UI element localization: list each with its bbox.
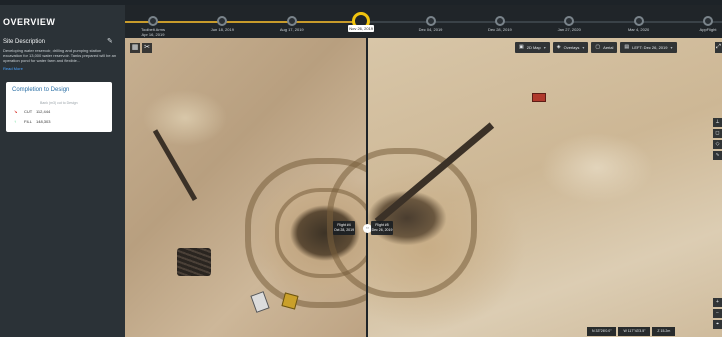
coordinate-readout: N 33°26'0.0" W 117°43'3.5" Z 15.2m xyxy=(587,327,676,336)
edit-icon[interactable]: ✎ xyxy=(107,38,114,45)
completion-card[interactable]: Completion to Design Bank (m3) cut to De… xyxy=(6,82,112,132)
chevron-down-icon: ▾ xyxy=(670,45,673,50)
zoom-out-icon[interactable]: − xyxy=(713,309,722,318)
timeline-marker[interactable] xyxy=(286,16,297,26)
tools-icon[interactable]: ✂ xyxy=(142,43,152,53)
compare-left-label: Flight #4 Oct 28, 2019 xyxy=(333,221,355,235)
map-left-pane[interactable] xyxy=(125,38,405,337)
date-label: LEFT: Dec 26, 2019 xyxy=(632,45,668,50)
zoom-level: Z 15.2m xyxy=(652,327,676,336)
latitude: N 33°26'0.0" xyxy=(587,327,617,336)
date-select[interactable]: ▤ LEFT: Dec 26, 2019 ▾ xyxy=(620,42,677,53)
expand-icon[interactable]: ⤢ xyxy=(715,42,722,53)
timeline-date-label[interactable]: AppFlight xyxy=(680,27,722,32)
volume-icon[interactable]: ◇ xyxy=(713,140,722,149)
pipe-stack xyxy=(177,248,211,276)
sidebar: OVERVIEW Site Description ✎ Developing w… xyxy=(0,5,125,337)
compare-left-date: Oct 28, 2019 xyxy=(333,227,355,232)
cut-value: 112,444 xyxy=(36,109,51,114)
timeline-date-label[interactable]: Dec 28, 2019 xyxy=(472,27,528,32)
fill-label: FILL xyxy=(24,119,33,124)
timeline-date-label[interactable]: Mar 4, 2020 xyxy=(611,27,667,32)
excavator xyxy=(281,292,299,310)
timeline-date-label[interactable]: Nov 26, 2019 xyxy=(348,25,375,32)
truck xyxy=(250,291,270,313)
overlay-label: Overlays xyxy=(563,45,580,50)
calendar-icon: ▤ xyxy=(624,44,630,50)
timeline: Toolbelt Arms Apr 16, 2019 Jun 18, 2019 Au… xyxy=(125,5,722,38)
cut-arrow-icon: ↘ xyxy=(14,109,18,114)
view-mode-label: 2D Map xyxy=(526,45,541,50)
area-icon[interactable]: ◻ xyxy=(713,129,722,138)
timeline-date-label[interactable]: Dec 04, 2019 xyxy=(403,27,459,32)
site-description-text: Developing water reservoir, drilling and… xyxy=(3,48,117,63)
fill-row: ↑ FILL 148,303 xyxy=(14,119,50,125)
timeline-date-label[interactable]: Jun 18, 2019 xyxy=(194,27,250,32)
layers-icon: ◈ xyxy=(556,44,561,50)
timeline-marker[interactable] xyxy=(703,16,713,26)
timeline-marker[interactable] xyxy=(148,16,158,26)
image-icon: ▢ xyxy=(595,44,601,50)
compare-right-label: Flight #5 Dec 26, 2019 xyxy=(371,221,393,235)
grid-view-icon[interactable]: ▦ xyxy=(130,43,140,53)
map-icon: ▣ xyxy=(519,44,524,50)
map-controls: ▣ 2D Map ▾ ◈ Overlays ▾ ▢ Aerial ▤ LEFT: Dec 2… xyxy=(515,42,677,53)
timeline-date-label[interactable]: Toolbelt Arms Apr 16, 2019 xyxy=(125,27,181,37)
chevron-down-icon: ▾ xyxy=(582,45,585,50)
timeline-progress xyxy=(125,21,362,23)
aerial-toggle[interactable]: ▢ Aerial xyxy=(591,42,618,53)
map-viewer[interactable]: Flight #4 Oct 28, 2019 ⇔ Flight #5 Dec 2… xyxy=(125,38,722,337)
fill-arrow-icon: ↑ xyxy=(14,119,16,124)
card-title: Completion to Design xyxy=(12,87,70,93)
compare-divider[interactable] xyxy=(366,38,368,337)
timeline-marker[interactable] xyxy=(217,16,228,26)
timeline-marker[interactable] xyxy=(564,16,575,26)
card-subtitle: Bank (m3) cut to Design xyxy=(40,101,78,105)
excavator xyxy=(532,93,546,102)
sidebar-title: OVERVIEW xyxy=(3,17,56,27)
site-description-label: Site Description xyxy=(3,39,46,45)
cut-label: CUT xyxy=(24,109,33,114)
profile-icon[interactable]: ∿ xyxy=(713,151,722,160)
measure-icon[interactable]: ⟂ xyxy=(713,118,722,127)
trench xyxy=(152,129,198,202)
overlay-select[interactable]: ◈ Overlays ▾ xyxy=(552,42,589,53)
longitude: W 117°43'3.5" xyxy=(618,327,651,336)
timeline-date-label[interactable]: Aug 17, 2019 xyxy=(264,27,320,32)
app-window: OVERVIEW Site Description ✎ Developing w… xyxy=(0,0,722,337)
read-more-link[interactable]: Read More xyxy=(3,66,23,71)
chevron-down-icon: ▾ xyxy=(543,45,546,50)
compass-icon[interactable]: ⌖ xyxy=(713,320,722,329)
timeline-marker[interactable] xyxy=(494,16,505,26)
timeline-marker[interactable] xyxy=(425,16,436,26)
timeline-marker[interactable] xyxy=(633,16,644,26)
timeline-date-label[interactable]: Jan 27, 2020 xyxy=(541,27,597,32)
fill-value: 148,303 xyxy=(36,119,51,124)
cut-row: ↘ CUT 112,444 xyxy=(14,109,50,115)
view-mode-select[interactable]: ▣ 2D Map ▾ xyxy=(515,42,550,53)
aerial-label: Aerial xyxy=(603,45,614,50)
zoom-in-icon[interactable]: + xyxy=(713,298,722,307)
compare-right-date: Dec 26, 2019 xyxy=(371,227,393,232)
map-right-pane[interactable] xyxy=(327,38,722,337)
